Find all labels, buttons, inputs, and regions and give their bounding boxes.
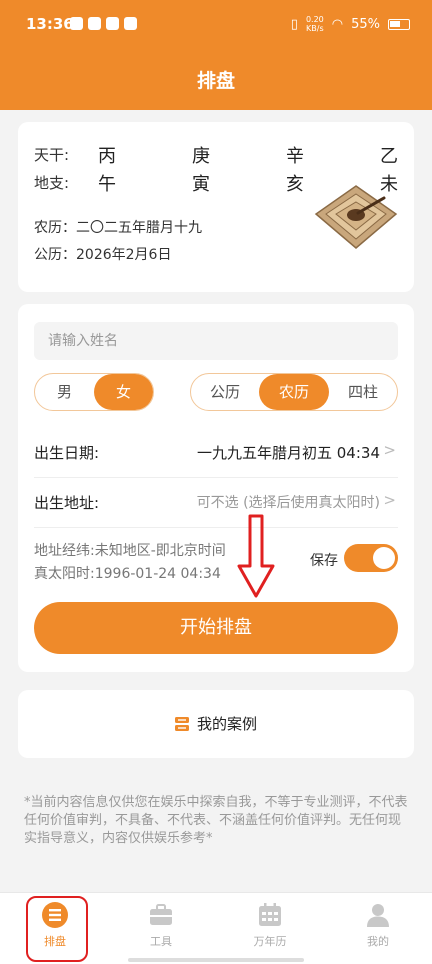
tab-profile[interactable]: 我的: [348, 901, 408, 949]
calendar-solar-option[interactable]: 公历: [191, 374, 259, 410]
my-cases-card[interactable]: 我的案例: [18, 690, 414, 758]
tiangan-day: 辛: [286, 146, 304, 167]
battery-icon: [388, 18, 410, 30]
dizhi-label: 地支:: [34, 174, 70, 192]
gender-selector: 男 女: [34, 373, 154, 411]
start-paipan-button[interactable]: 开始排盘: [34, 602, 398, 654]
notification-app-icon: [88, 17, 101, 30]
toolbox-icon: [150, 904, 172, 925]
paipan-form-card: 男 女 公历 农历 四柱 出生日期: 一九九五年腊月初五 04:34 > 出生地…: [18, 304, 414, 672]
tab-label: 我的: [367, 935, 389, 948]
chevron-right-icon: >: [383, 491, 396, 509]
gender-female-option[interactable]: 女: [94, 374, 153, 410]
birth-date-row[interactable]: 出生日期: 一九九五年腊月初五 04:34 >: [34, 428, 398, 478]
tiangan-year: 丙: [98, 146, 116, 167]
dizhi-month: 寅: [192, 174, 210, 195]
calendar-lunar-option[interactable]: 农历: [259, 374, 329, 410]
gender-male-option[interactable]: 男: [35, 374, 94, 410]
status-indicators: ▯ 0.20 KB/s ◠ 55%: [291, 15, 410, 33]
profile-icon: [367, 904, 389, 927]
cases-list-icon: [174, 717, 189, 731]
page-title: 排盘: [196, 70, 235, 92]
vibrate-icon: ▯: [290, 16, 298, 32]
app-header: 排盘: [0, 50, 432, 110]
my-cases-label: 我的案例: [196, 715, 257, 733]
notification-app-icon: [124, 17, 137, 30]
tab-tools[interactable]: 工具: [131, 901, 191, 949]
calendar-icon: [259, 903, 281, 926]
disclaimer-text: *当前内容信息仅供您在娱乐中探索自我，不等于专业测评，不代表任何价值审判，不具备…: [24, 795, 408, 846]
notification-app-icon: [106, 17, 119, 30]
tiangan-label: 天干:: [34, 146, 70, 164]
tab-label: 万年历: [253, 935, 287, 948]
birth-date-label: 出生日期:: [34, 444, 100, 462]
lunar-date: 农历：二〇二五年腊月十九: [34, 220, 202, 236]
true-solar-time-info: 真太阳时:1996-01-24 04:34: [34, 566, 221, 582]
birth-place-value: 可不选 (选择后使用真太阳时): [196, 495, 380, 511]
dizhi-day: 亥: [286, 174, 304, 195]
chevron-right-icon: >: [383, 441, 396, 459]
coords-info: 地址经纬:未知地区-即北京时间: [34, 543, 226, 559]
status-time: 13:36: [26, 15, 74, 33]
tab-label: 工具: [150, 935, 172, 948]
gesture-home-bar[interactable]: [128, 958, 304, 962]
network-speed: 0.20 KB/s: [305, 15, 324, 33]
tiangan-hour: 乙: [380, 146, 398, 167]
luopan-compass-icon: [314, 185, 398, 249]
annotation-arrow-icon: [237, 514, 275, 598]
name-input[interactable]: [34, 322, 398, 360]
battery-percent: 55%: [351, 16, 380, 32]
birth-date-value: 一九九五年腊月初五 04:34: [197, 444, 380, 462]
save-label: 保存: [310, 553, 338, 569]
solar-date: 公历：2026年2月6日: [34, 247, 172, 263]
annotation-highlight-box: [26, 896, 88, 962]
notification-app-icon: [70, 17, 83, 30]
calendar-selector: 公历 农历 四柱: [190, 373, 398, 411]
status-bar: 13:36 ▯ 0.20 KB/s ◠ 55%: [0, 0, 432, 50]
tab-calendar[interactable]: 万年历: [240, 901, 300, 949]
save-toggle[interactable]: [344, 544, 398, 572]
tiangan-month: 庚: [192, 146, 210, 167]
wifi-icon: ◠: [331, 16, 344, 32]
birth-place-row[interactable]: 出生地址: 可不选 (选择后使用真太阳时) >: [34, 478, 398, 528]
dizhi-year: 午: [98, 174, 116, 195]
birth-place-label: 出生地址:: [34, 494, 100, 512]
toggle-knob: [373, 547, 395, 569]
ganzhi-card: 天干: 丙 庚 辛 乙 地支: 午 寅 亥 未 农历：二〇二五年腊月十九 公历：…: [18, 122, 414, 292]
calendar-pillars-option[interactable]: 四柱: [329, 374, 397, 410]
